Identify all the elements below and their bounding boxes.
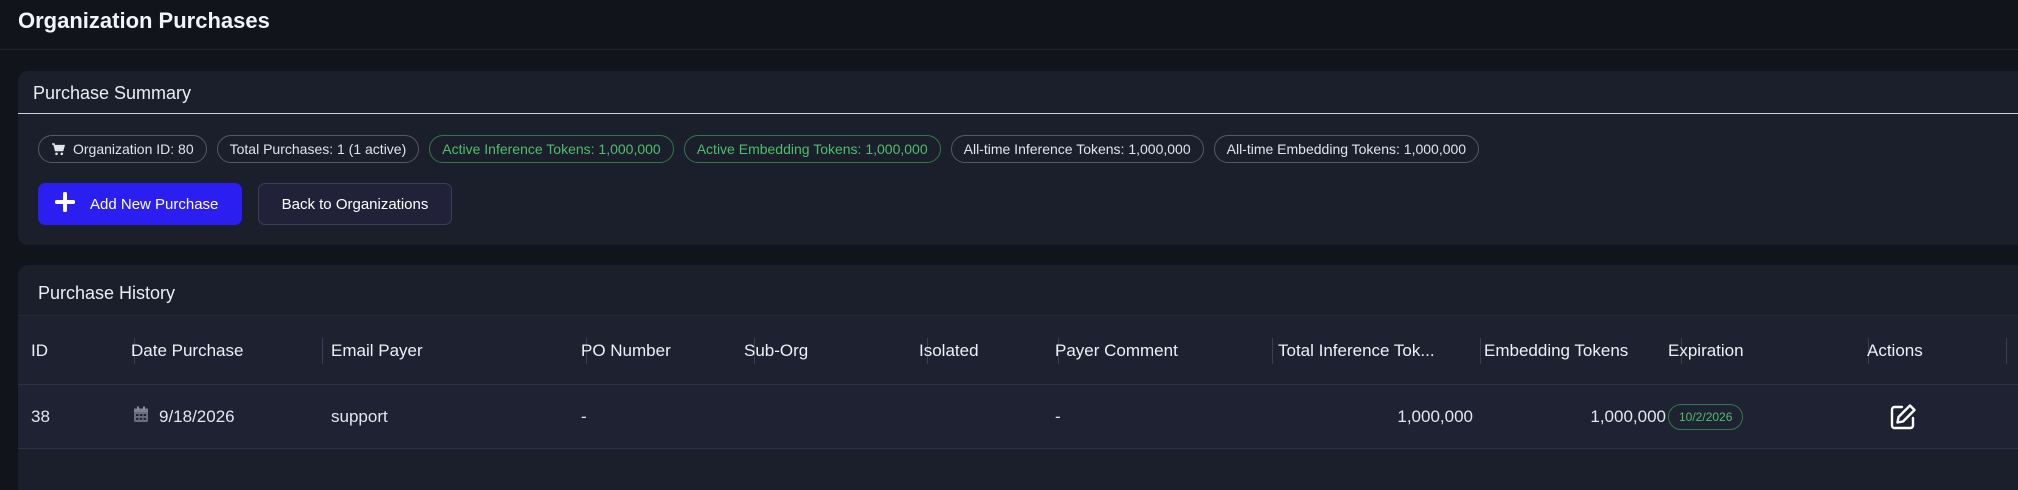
cell-date: 9/18/2026 (133, 385, 235, 449)
edit-icon[interactable] (1888, 402, 1918, 432)
back-to-organizations-label: Back to Organizations (281, 195, 429, 213)
summary-title: Purchase Summary (33, 83, 192, 103)
purchase-summary-card: Purchase Summary Organization ID: 80 Tot… (18, 71, 2018, 245)
column-header-label: Embedding Tokens (1484, 341, 1629, 360)
active-inference-chip: Active Inference Tokens: 1,000,000 (429, 135, 674, 163)
calendar-icon (133, 406, 149, 428)
alltime-inference-label: All-time Inference Tokens: 1,000,000 (963, 141, 1191, 157)
active-embedding-chip: Active Embedding Tokens: 1,000,000 (683, 135, 941, 163)
column-header-email[interactable]: Email Payer (331, 316, 587, 386)
org-id-chip: Organization ID: 80 (38, 135, 207, 163)
column-header-label: ID (31, 341, 48, 360)
page-header: Organization Purchases (0, 0, 2018, 50)
column-header-label: Payer Comment (1055, 341, 1178, 360)
cell-id: 38 (31, 407, 50, 426)
column-header-suborg[interactable]: Sub-Org (744, 316, 928, 386)
column-header-date[interactable]: Date Purchase (131, 316, 323, 386)
cell-date-value: 9/18/2026 (159, 407, 235, 426)
total-purchases-label: Total Purchases: 1 (1 active) (229, 141, 407, 157)
add-new-purchase-button[interactable]: Add New Purchase (38, 183, 242, 225)
column-header-label: Total Inference Tok... (1278, 341, 1435, 360)
column-header-label: Expiration (1668, 341, 1744, 360)
column-header-po[interactable]: PO Number (581, 316, 755, 386)
column-header-comment[interactable]: Payer Comment (1055, 316, 1273, 386)
table-header: ID Date Purchase Email Payer PO Number S… (18, 315, 2018, 385)
cell-total-inference: 1,000,000 (1397, 407, 1473, 426)
active-embedding-label: Active Embedding Tokens: 1,000,000 (696, 141, 928, 157)
page-title: Organization Purchases (18, 8, 270, 33)
cell-po: - (581, 407, 587, 426)
column-header-label: Date Purchase (131, 341, 244, 360)
column-header-id[interactable]: ID (31, 316, 135, 386)
column-header-label: Email Payer (331, 341, 423, 360)
back-to-organizations-button[interactable]: Back to Organizations (258, 183, 452, 225)
plus-icon (54, 191, 76, 217)
column-header-label: Actions (1867, 341, 1923, 360)
column-header-total-inference[interactable]: Total Inference Tok... (1278, 316, 1481, 386)
column-header-label: Sub-Org (744, 341, 809, 360)
cell-email: support (331, 407, 388, 426)
column-header-expiration[interactable]: Expiration (1668, 316, 1869, 386)
active-inference-label: Active Inference Tokens: 1,000,000 (442, 141, 661, 157)
history-title: Purchase History (38, 283, 176, 303)
expiration-badge: 10/2/2026 (1668, 404, 1744, 430)
cell-expiration: 10/2/2026 (1668, 385, 1744, 449)
cart-icon (51, 142, 65, 156)
summary-actions: Add New Purchase Back to Organizations (38, 183, 452, 225)
table-row[interactable]: 38 9/18/2026 support - - 1,000,000 1,000… (18, 385, 2018, 449)
add-new-purchase-label: Add New Purchase (90, 195, 219, 213)
column-header-label: Isolated (919, 341, 979, 360)
alltime-inference-chip: All-time Inference Tokens: 1,000,000 (950, 135, 1204, 163)
alltime-embedding-label: All-time Embedding Tokens: 1,000,000 (1226, 141, 1467, 157)
summary-chips: Organization ID: 80 Total Purchases: 1 (… (38, 135, 1480, 163)
column-header-actions[interactable]: Actions (1867, 316, 2007, 386)
purchase-history-table: ID Date Purchase Email Payer PO Number S… (18, 315, 2018, 449)
cell-embedding: 1,000,000 (1590, 407, 1666, 426)
purchase-history-card: Purchase History ID Date Purchase Email … (18, 265, 2018, 490)
cell-comment: - (1055, 407, 1061, 426)
total-purchases-chip: Total Purchases: 1 (1 active) (216, 135, 420, 163)
column-header-isolated[interactable]: Isolated (919, 316, 1059, 386)
cell-actions (1888, 385, 1918, 449)
alltime-embedding-chip: All-time Embedding Tokens: 1,000,000 (1213, 135, 1480, 163)
org-id-label: Organization ID: 80 (73, 141, 194, 157)
divider (18, 113, 2018, 114)
column-header-embedding[interactable]: Embedding Tokens (1484, 316, 1682, 386)
column-header-label: PO Number (581, 341, 671, 360)
